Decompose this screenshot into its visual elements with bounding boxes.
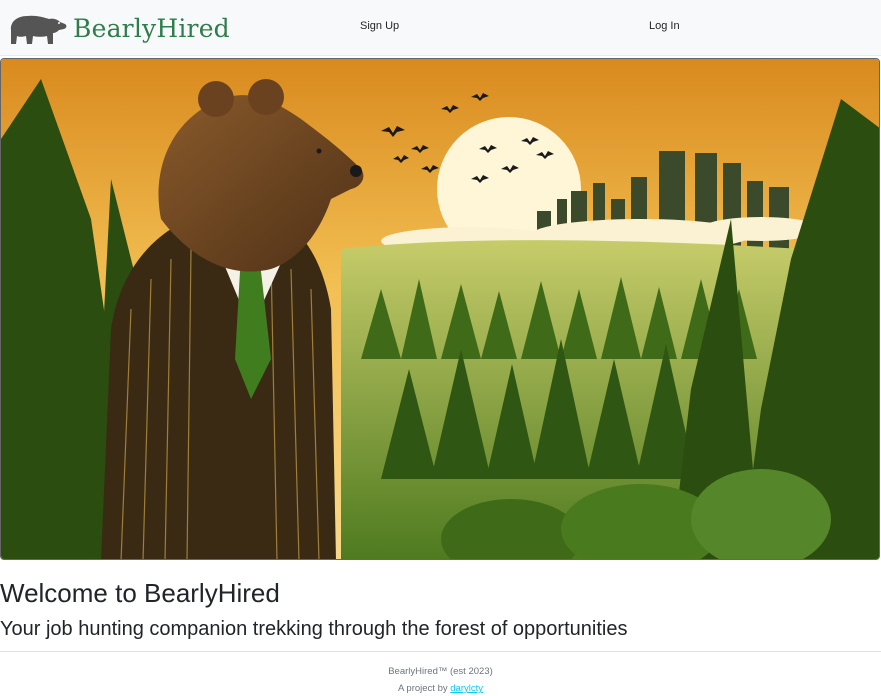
author-link[interactable]: darylcty <box>450 683 483 694</box>
brand-name: BearlyHired <box>73 13 230 43</box>
hero-image <box>0 58 880 560</box>
nav-sign-up-link[interactable]: Sign Up <box>360 20 399 32</box>
page-subtitle: Your job hunting companion trekking thro… <box>0 618 628 640</box>
footer-credit: A project by darylcty <box>0 681 881 696</box>
brand-logo[interactable]: BearlyHired <box>7 9 230 47</box>
footer-credit-prefix: A project by <box>397 683 451 694</box>
footer-copyright: BearlyHired™ (est 2023) <box>388 666 493 677</box>
footer: BearlyHired™ (est 2023) A project by dar… <box>0 664 881 696</box>
bear-in-suit-forest-illustration <box>1 59 879 559</box>
footer-divider <box>0 651 881 652</box>
navbar: BearlyHired Sign Up Log In <box>0 0 881 56</box>
page-title: Welcome to BearlyHired <box>0 578 280 608</box>
bear-logo-icon <box>10 15 67 45</box>
nav-log-in-link[interactable]: Log In <box>649 20 680 32</box>
